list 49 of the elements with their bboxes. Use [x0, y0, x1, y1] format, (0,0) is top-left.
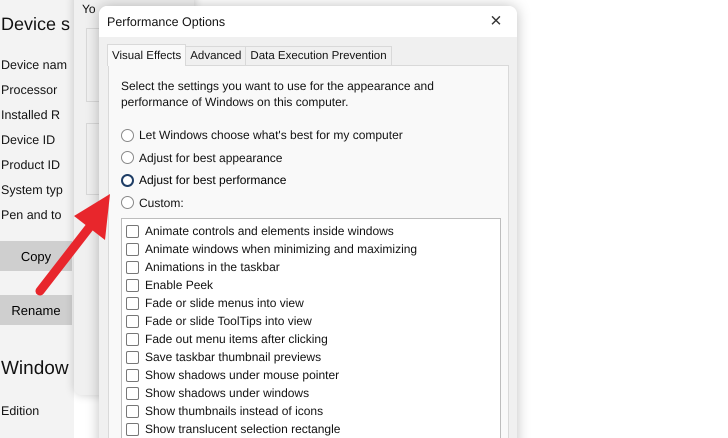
radio-button[interactable] [121, 151, 134, 164]
option-label: Let Windows choose what's best for my computer [139, 128, 403, 142]
description-text: Select the settings you want to use for the appearance and performance of Windows on this computer. [121, 78, 435, 110]
rename-button[interactable]: Rename [0, 295, 72, 325]
checkbox-label: Fade or slide ToolTips into view [145, 314, 312, 328]
property-label: Device ID [1, 133, 56, 149]
option-label: Adjust for best performance [139, 173, 286, 188]
checkbox-label: Fade or slide menus into view [145, 296, 304, 310]
checkbox[interactable] [126, 314, 139, 328]
checkbox[interactable] [126, 386, 139, 400]
tab[interactable]: Data Execution Prevention [245, 46, 392, 65]
checkbox[interactable] [126, 404, 139, 418]
page-heading: Device s [1, 14, 70, 35]
property-label: Edition [1, 404, 40, 420]
tab[interactable]: Visual Effects [107, 44, 186, 66]
checkbox[interactable] [126, 278, 139, 292]
checkbox[interactable] [126, 260, 139, 274]
property-label: Processor [1, 83, 58, 99]
section-heading: Window [1, 358, 69, 380]
checkbox[interactable] [126, 296, 139, 310]
radio-button[interactable] [121, 174, 134, 187]
property-label: Device nam [1, 58, 67, 74]
checkbox-label: Enable Peek [145, 278, 214, 292]
close-button[interactable]: × [481, 6, 511, 36]
radio-button[interactable] [121, 128, 134, 142]
checkbox-label: Show shadows under windows [145, 386, 310, 400]
checkbox-label: Show thumbnails instead of icons [145, 404, 324, 418]
checkbox-label: Animate controls and elements inside windows [145, 224, 394, 238]
checkbox-label: Show translucent selection rectangle [145, 422, 340, 436]
property-label: Product ID [1, 158, 62, 174]
window-title: Performance Options [107, 14, 226, 28]
option-label: Custom: [139, 196, 184, 210]
checkbox-label: Save taskbar thumbnail previews [145, 350, 322, 364]
radio-button[interactable] [121, 196, 134, 210]
checkbox[interactable] [126, 368, 139, 382]
option-label: Adjust for best appearance [139, 150, 282, 165]
property-label: Pen and to [1, 208, 62, 224]
checkbox-label: Fade out menu items after clicking [145, 332, 328, 346]
checkbox-label: Animate windows when minimizing and maximizing [145, 242, 418, 256]
checkbox[interactable] [126, 350, 139, 364]
property-label: Installed R [1, 108, 62, 124]
property-label: System typ [1, 183, 64, 199]
checkbox[interactable] [126, 332, 139, 346]
checkbox-label: Animations in the taskbar [145, 260, 280, 274]
dialog-text: Yo [82, 2, 96, 16]
checkbox[interactable] [126, 422, 139, 436]
checkbox[interactable] [126, 224, 139, 238]
checkbox-label: Show shadows under mouse pointer [145, 368, 340, 382]
checkbox[interactable] [126, 242, 139, 256]
